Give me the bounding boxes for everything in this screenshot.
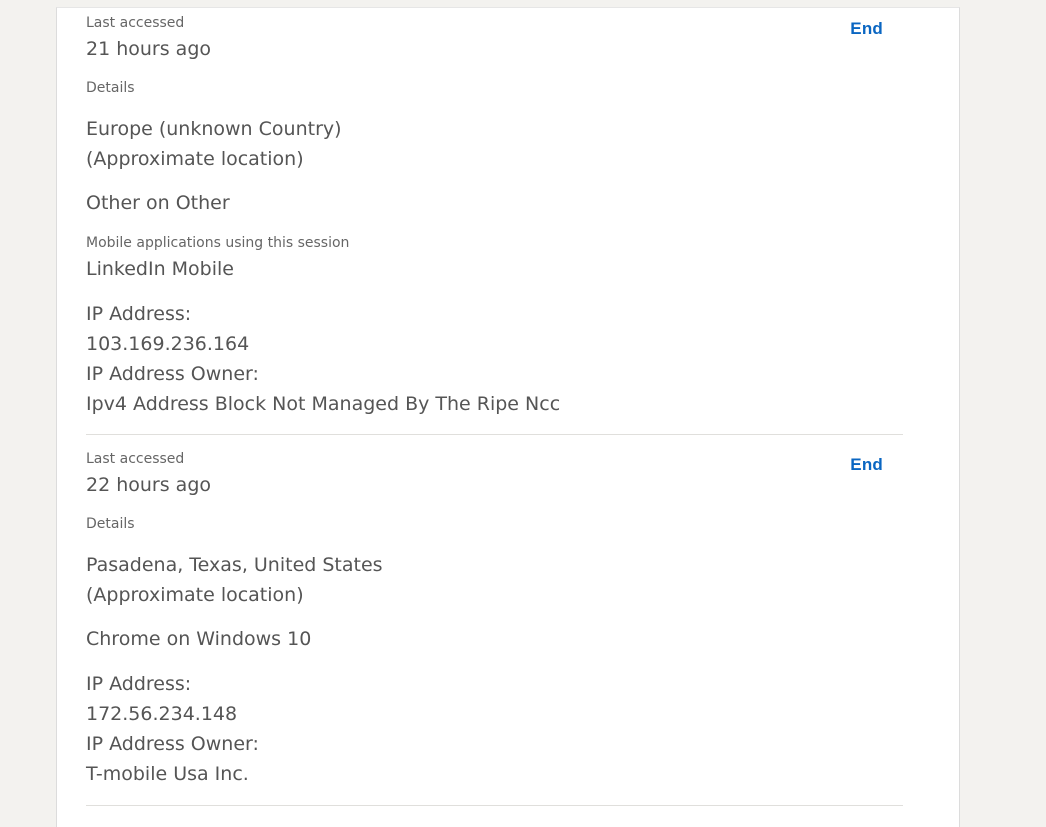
last-accessed-value: 22 hours ago [86, 474, 212, 496]
ip-owner-value: T-mobile Usa Inc. [86, 763, 249, 785]
last-accessed-label: Last accessed [86, 15, 185, 31]
active-sessions-card: Last accessed 21 hours ago End Details E… [56, 7, 960, 827]
ip-address-value: 172.56.234.148 [86, 703, 238, 725]
ip-owner-value: Ipv4 Address Block Not Managed By The Ri… [86, 393, 561, 415]
session-device: Other on Other [86, 192, 230, 214]
ip-address-label: IP Address: [86, 303, 192, 325]
details-label: Details [86, 80, 135, 96]
session-location: Europe (unknown Country) [86, 118, 342, 140]
ip-owner-label: IP Address Owner: [86, 363, 259, 385]
session-item: Last accessed 22 hours ago End Details P… [86, 435, 903, 806]
last-accessed-value: 21 hours ago [86, 38, 212, 60]
session-location: Pasadena, Texas, United States [86, 554, 383, 576]
session-location-note: (Approximate location) [86, 148, 304, 170]
mobile-apps-value: LinkedIn Mobile [86, 258, 234, 280]
session-item: Last accessed 21 hours ago End Details E… [86, 8, 903, 435]
ip-address-label: IP Address: [86, 673, 192, 695]
end-session-button[interactable]: End [850, 455, 883, 475]
ip-owner-label: IP Address Owner: [86, 733, 259, 755]
session-device: Chrome on Windows 10 [86, 628, 312, 650]
ip-address-value: 103.169.236.164 [86, 333, 250, 355]
end-session-button[interactable]: End [850, 19, 883, 39]
last-accessed-label: Last accessed [86, 451, 185, 467]
details-label: Details [86, 516, 135, 532]
mobile-apps-label: Mobile applications using this session [86, 235, 350, 251]
session-location-note: (Approximate location) [86, 584, 304, 606]
